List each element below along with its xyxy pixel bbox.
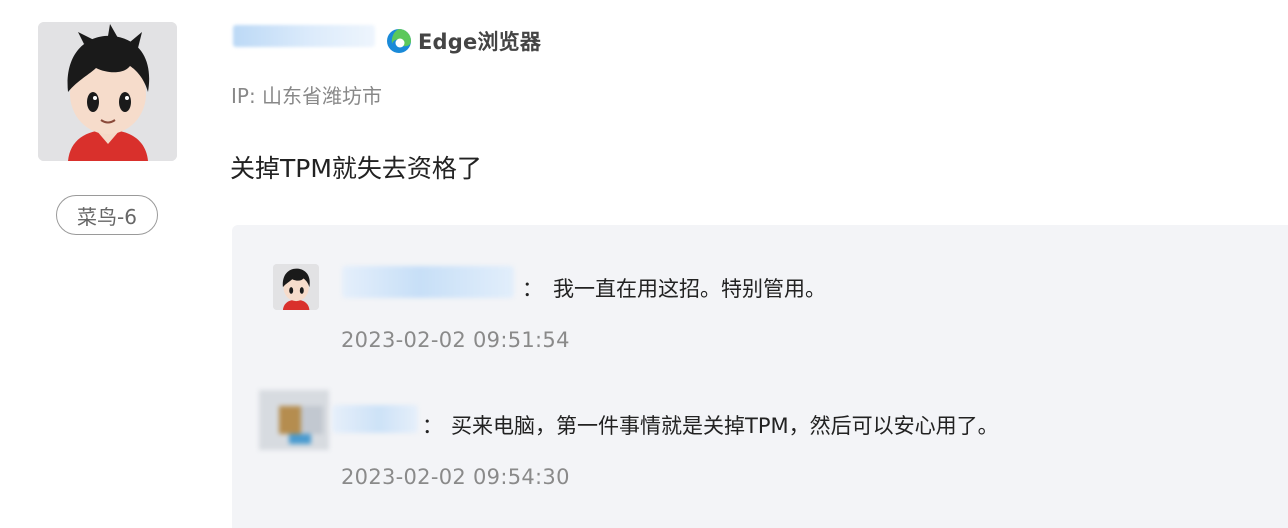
reply-colon: ： — [422, 414, 443, 438]
reply-avatar[interactable] — [259, 390, 329, 450]
reply-colon: ： — [522, 277, 543, 301]
user-avatar[interactable] — [38, 22, 177, 161]
reply-username-blurred[interactable] — [332, 405, 418, 433]
cartoon-boy-avatar-icon — [273, 264, 319, 310]
username-blurred[interactable] — [233, 25, 375, 47]
post-content: 关掉TPM就失去资格了 — [230, 154, 482, 183]
edge-browser-icon — [387, 29, 411, 53]
browser-label: Edge浏览器 — [418, 30, 542, 54]
blurred-avatar-icon — [259, 390, 329, 450]
reply-text: 买来电脑，第一件事情就是关掉TPM，然后可以安心用了。 — [451, 414, 999, 438]
reply-time: 2023-02-02 09:51:54 — [341, 328, 570, 352]
cartoon-boy-avatar-icon — [38, 22, 177, 161]
reply-avatar[interactable] — [273, 264, 319, 310]
reply-text: 我一直在用这招。特别管用。 — [553, 277, 826, 301]
reply-time: 2023-02-02 09:54:30 — [341, 465, 570, 489]
ip-location: IP: 山东省潍坊市 — [231, 84, 383, 108]
browser-tag: Edge浏览器 — [386, 26, 541, 56]
reply-username-blurred[interactable] — [342, 266, 514, 298]
level-badge: 菜鸟-6 — [56, 195, 158, 235]
